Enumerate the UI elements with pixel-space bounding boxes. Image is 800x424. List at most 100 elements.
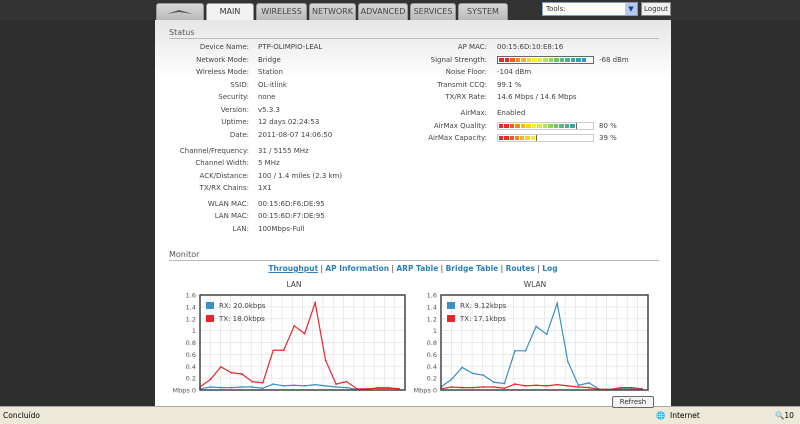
legend-swatch (206, 315, 214, 322)
globe-icon: 🌐 (656, 411, 666, 420)
data-point (545, 384, 548, 387)
top-nav-bar: MAIN WIRELESS NETWORK ADVANCED SERVICES SYSTE… (0, 0, 800, 20)
legend-swatch (447, 315, 455, 322)
legend-label: TX: 17.1kbps (459, 315, 506, 323)
tools-label: Tools: (546, 5, 566, 13)
data-point (324, 384, 327, 387)
data-point (503, 382, 506, 385)
y-tick-label: 0.2 (186, 375, 196, 383)
y-tick-label: 0.6 (427, 351, 437, 359)
data-point (261, 387, 264, 390)
data-point (566, 384, 569, 387)
data-point (556, 383, 559, 386)
data-point (577, 386, 580, 388)
y-tick-label: 1 (192, 327, 196, 335)
logout-button[interactable]: Logout (641, 2, 671, 16)
y-tick-label: 0.4 (427, 363, 437, 371)
y-tick-label: 1.4 (186, 303, 196, 311)
tab-system[interactable]: SYSTEM (458, 3, 508, 20)
zone-text: Internet (670, 411, 700, 420)
data-point (272, 349, 275, 352)
tab-advanced[interactable]: ADVANCED (358, 3, 408, 20)
refresh-button[interactable]: Refresh (612, 396, 654, 408)
data-point (251, 386, 254, 388)
y-tick-label: 1.6 (427, 292, 437, 300)
data-point (209, 386, 212, 388)
data-point (450, 378, 453, 381)
data-point (461, 366, 464, 369)
data-point (220, 386, 222, 389)
data-point (335, 386, 337, 388)
data-point (230, 371, 233, 374)
data-point (471, 386, 474, 389)
data-point (535, 384, 538, 387)
y-tick-label: 0.2 (427, 375, 437, 383)
data-point (524, 384, 527, 387)
main-panel: Status Device Name: PTP-OLIMPIO-LEAL Netwo… (155, 20, 671, 406)
data-point (293, 384, 296, 387)
status-text: Concluído (3, 411, 40, 420)
data-point (240, 386, 243, 388)
data-point (492, 386, 495, 388)
data-point (492, 381, 495, 384)
data-point (282, 384, 285, 387)
data-point (335, 383, 337, 385)
data-point (619, 386, 622, 389)
wlan-chart-title: WLAN (523, 280, 547, 289)
data-point (588, 386, 590, 389)
data-point (524, 349, 527, 352)
y-tick-label: 1.6 (186, 292, 196, 300)
legend-swatch (206, 302, 214, 309)
y-tick-label: 0.6 (186, 351, 196, 359)
data-point (482, 374, 485, 377)
throughput-charts: Mbps 0 0.2 0.4 0.6 0.8 1 1.2 1.4 1.6 RX: 20.0kbps… (173, 292, 649, 395)
y-tick-label: 1 (433, 327, 437, 335)
data-point (314, 301, 317, 304)
ubiquiti-logo (156, 3, 204, 20)
y-tick-label: 1.2 (427, 315, 437, 323)
data-point (482, 386, 485, 388)
zoom-level: 10 (784, 411, 794, 420)
data-point (251, 380, 254, 383)
data-point (461, 386, 464, 389)
data-point (230, 386, 233, 389)
data-point (566, 360, 569, 363)
tab-network[interactable]: NETWORK (309, 3, 356, 20)
y-tick-label: Mbps 0 (414, 387, 437, 395)
legend-label: RX: 9.12kbps (460, 302, 507, 310)
lan-chart-title: LAN (286, 280, 302, 289)
data-point (293, 324, 296, 327)
data-point (303, 384, 306, 387)
data-point (630, 386, 633, 389)
tools-select[interactable]: Tools: ▼ (542, 2, 638, 16)
data-point (282, 349, 285, 352)
y-tick-label: Mbps 0 (173, 387, 196, 395)
data-point (503, 387, 506, 390)
data-point (209, 378, 212, 381)
data-point (387, 387, 390, 390)
data-point (556, 302, 559, 305)
legend-label: TX: 18.0kbps (218, 315, 265, 323)
data-point (535, 325, 538, 328)
y-tick-label: 0.8 (186, 339, 196, 347)
data-point (514, 383, 516, 385)
data-point (514, 349, 516, 352)
tab-wireless[interactable]: WIRELESS (256, 3, 307, 20)
data-point (314, 383, 317, 386)
data-point (345, 380, 348, 383)
data-point (345, 386, 348, 389)
data-point (471, 372, 474, 375)
chevron-down-icon[interactable]: ▼ (625, 3, 637, 15)
data-point (377, 387, 379, 390)
data-point (261, 381, 264, 384)
y-tick-label: 1.2 (186, 315, 196, 323)
data-point (545, 333, 548, 336)
data-point (220, 365, 222, 368)
y-tick-label: 0.4 (186, 363, 196, 371)
data-point (450, 386, 453, 388)
tab-services[interactable]: SERVICES (410, 3, 456, 20)
data-point (577, 384, 580, 387)
browser-status-bar: Concluído 🌐 Internet 🔍10 (0, 406, 800, 424)
tab-main[interactable]: MAIN (206, 3, 254, 20)
zoom-icon[interactable]: 🔍10 (775, 407, 794, 424)
